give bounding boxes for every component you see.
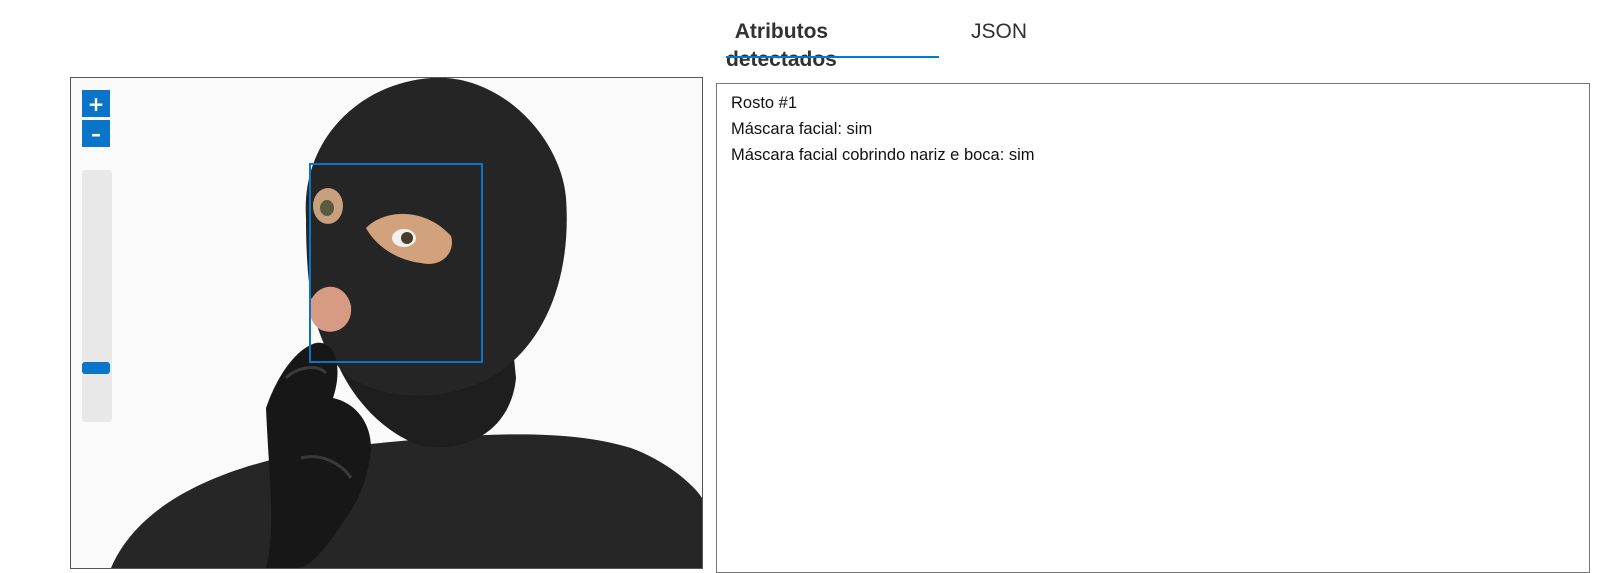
face-mask-attribute: Máscara facial: sim xyxy=(731,120,873,138)
detected-face-box[interactable] xyxy=(309,163,483,363)
face-label: Rosto #1 xyxy=(731,94,798,112)
face-mask-nose-mouth-attribute: Máscara facial cobrindo nariz e boca: si… xyxy=(731,146,1035,164)
attributes-textarea[interactable]: Rosto #1 Máscara facial: sim Máscara fac… xyxy=(716,83,1590,573)
image-viewer[interactable]: + – xyxy=(70,77,703,569)
active-tab-indicator xyxy=(726,56,939,58)
zoom-out-button[interactable]: – xyxy=(82,120,110,147)
zoom-slider[interactable] xyxy=(82,170,112,422)
zoom-in-button[interactable]: + xyxy=(82,90,110,117)
tab-json[interactable]: JSON xyxy=(971,18,1027,46)
zoom-slider-thumb[interactable] xyxy=(82,362,110,374)
tab-atributos-detectados[interactable]: Atributos detectados xyxy=(726,18,837,74)
